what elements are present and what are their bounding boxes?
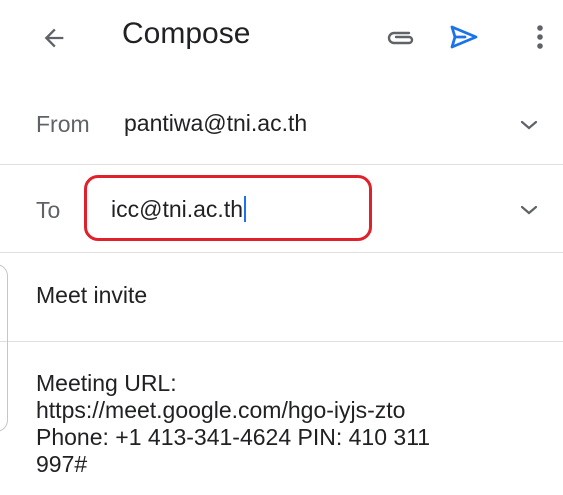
divider	[0, 341, 563, 342]
to-highlight-box: icc@tni.ac.th	[84, 175, 372, 241]
attach-button[interactable]	[380, 18, 422, 58]
page-title: Compose	[122, 17, 251, 50]
to-expand-button[interactable]	[514, 195, 544, 225]
arrow-left-icon	[44, 28, 64, 48]
send-icon	[450, 25, 478, 49]
from-expand-button[interactable]	[514, 110, 544, 140]
chevron-down-icon	[520, 120, 538, 130]
back-button[interactable]	[34, 18, 74, 58]
to-address: icc@tni.ac.th	[111, 196, 244, 222]
body-input[interactable]: Meeting URL: https://meet.google.com/hgo…	[36, 370, 556, 478]
subject-input[interactable]: Meet invite	[36, 282, 147, 309]
body-line: Phone: +1 413-341-4624 PIN: 410 311	[36, 424, 431, 450]
more-vertical-icon	[537, 25, 543, 49]
from-label: From	[36, 111, 90, 137]
text-cursor	[244, 196, 247, 222]
from-address[interactable]: pantiwa@tni.ac.th	[124, 110, 307, 137]
edge-handle	[0, 264, 8, 432]
body-line: Meeting URL:	[36, 370, 177, 396]
subject-row: Meet invite	[0, 253, 563, 341]
paperclip-icon	[387, 31, 414, 45]
send-button[interactable]	[443, 17, 485, 57]
to-row: To icc@tni.ac.th	[0, 165, 563, 252]
chevron-down-icon	[520, 205, 538, 215]
from-row: From pantiwa@tni.ac.th	[0, 86, 563, 164]
compose-screen: Compose From pantiwa@tni.ac.th To icc@tn…	[0, 0, 563, 495]
to-label: To	[36, 197, 61, 223]
more-options-button[interactable]	[522, 17, 558, 57]
body-line: https://meet.google.com/hgo-iyjs-zto	[36, 397, 406, 423]
to-input[interactable]: icc@tni.ac.th	[111, 196, 247, 223]
top-app-bar: Compose	[0, 0, 563, 78]
body-line: 997#	[36, 451, 88, 477]
